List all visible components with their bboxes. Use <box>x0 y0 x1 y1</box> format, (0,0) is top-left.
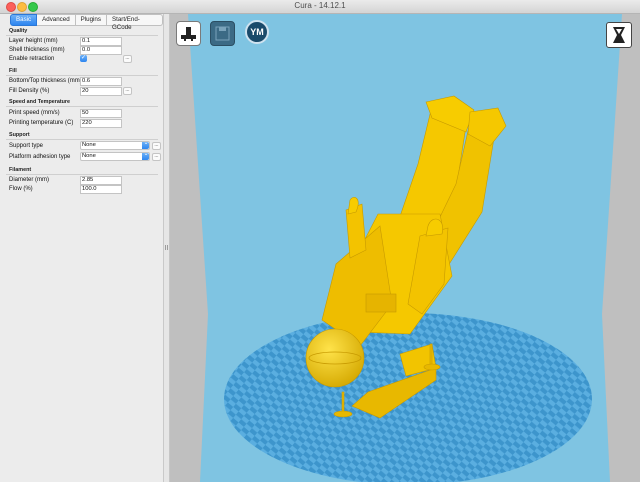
chevron-down-icon <box>142 140 149 149</box>
view-mode-icon <box>613 27 625 43</box>
fill-settings-button[interactable]: ... <box>123 87 132 95</box>
platform-adhesion-label: Platform adhesion type <box>9 154 71 160</box>
load-model-button[interactable] <box>176 21 201 46</box>
fill-density-label: Fill Density (%) <box>9 88 50 94</box>
platform-adhesion-select[interactable]: None <box>80 151 150 161</box>
divider <box>6 35 158 36</box>
retraction-label: Enable retraction <box>9 56 55 62</box>
divider <box>6 75 158 76</box>
divider <box>6 106 158 107</box>
settings-panel: Basic Advanced Plugins Start/End-GCode Q… <box>0 14 164 482</box>
splitter-grip-icon[interactable] <box>165 245 168 250</box>
scene-render <box>170 14 640 482</box>
tab-advanced[interactable]: Advanced <box>37 14 76 26</box>
support-settings-button[interactable]: ... <box>152 142 161 150</box>
tab-plugins[interactable]: Plugins <box>75 14 107 26</box>
quality-heading: Quality <box>9 28 28 34</box>
platform-adhesion-value: None <box>82 153 96 159</box>
diameter-input[interactable]: 2.85 <box>80 176 122 185</box>
view-mode-button[interactable] <box>606 22 632 48</box>
divider <box>6 174 158 175</box>
save-toolpath-button[interactable] <box>210 21 235 46</box>
bottom-top-thickness-label: Bottom/Top thickness (mm) <box>9 78 82 84</box>
tab-start-end-gcode[interactable]: Start/End-GCode <box>106 14 163 31</box>
settings-tabs: Basic Advanced Plugins Start/End-GCode <box>10 14 163 31</box>
youmagine-upload-button[interactable]: YM <box>245 20 269 44</box>
3d-viewport[interactable]: YM <box>170 14 640 482</box>
support-type-select[interactable]: None <box>80 140 150 150</box>
support-type-label: Support type <box>9 143 44 149</box>
adhesion-settings-button[interactable]: ... <box>152 153 161 161</box>
shell-thickness-input[interactable]: 0.0 <box>80 46 122 55</box>
tab-basic[interactable]: Basic <box>10 14 38 26</box>
fill-heading: Fill <box>9 68 17 74</box>
print-speed-label: Print speed (mm/s) <box>9 110 60 116</box>
flow-input[interactable]: 100.0 <box>80 185 122 194</box>
retraction-settings-button[interactable]: ... <box>123 55 132 63</box>
print-speed-input[interactable]: 50 <box>80 109 122 118</box>
retraction-checkbox[interactable]: ✓ <box>80 55 87 62</box>
support-heading: Support <box>9 132 30 138</box>
floppy-disk-icon <box>215 26 230 41</box>
layer-height-label: Layer height (mm) <box>9 38 58 44</box>
diameter-label: Diameter (mm) <box>9 177 49 183</box>
filament-heading: Filament <box>9 167 32 173</box>
speed-temp-heading: Speed and Temperature <box>9 99 71 105</box>
support-type-value: None <box>82 142 96 148</box>
load-printer-icon <box>181 27 196 41</box>
title-bar: Cura - 14.12.1 <box>0 0 640 14</box>
divider <box>6 139 158 140</box>
flow-label: Flow (%) <box>9 186 33 192</box>
printing-temp-input[interactable]: 220 <box>80 119 122 128</box>
shell-thickness-label: Shell thickness (mm) <box>9 47 65 53</box>
window-title: Cura - 14.12.1 <box>294 1 346 10</box>
chevron-down-icon <box>142 151 149 160</box>
bottom-top-thickness-input[interactable]: 0.6 <box>80 77 122 86</box>
fill-density-input[interactable]: 20 <box>80 87 122 96</box>
layer-height-input[interactable]: 0.1 <box>80 37 122 46</box>
printing-temp-label: Printing temperature (C) <box>9 120 74 126</box>
